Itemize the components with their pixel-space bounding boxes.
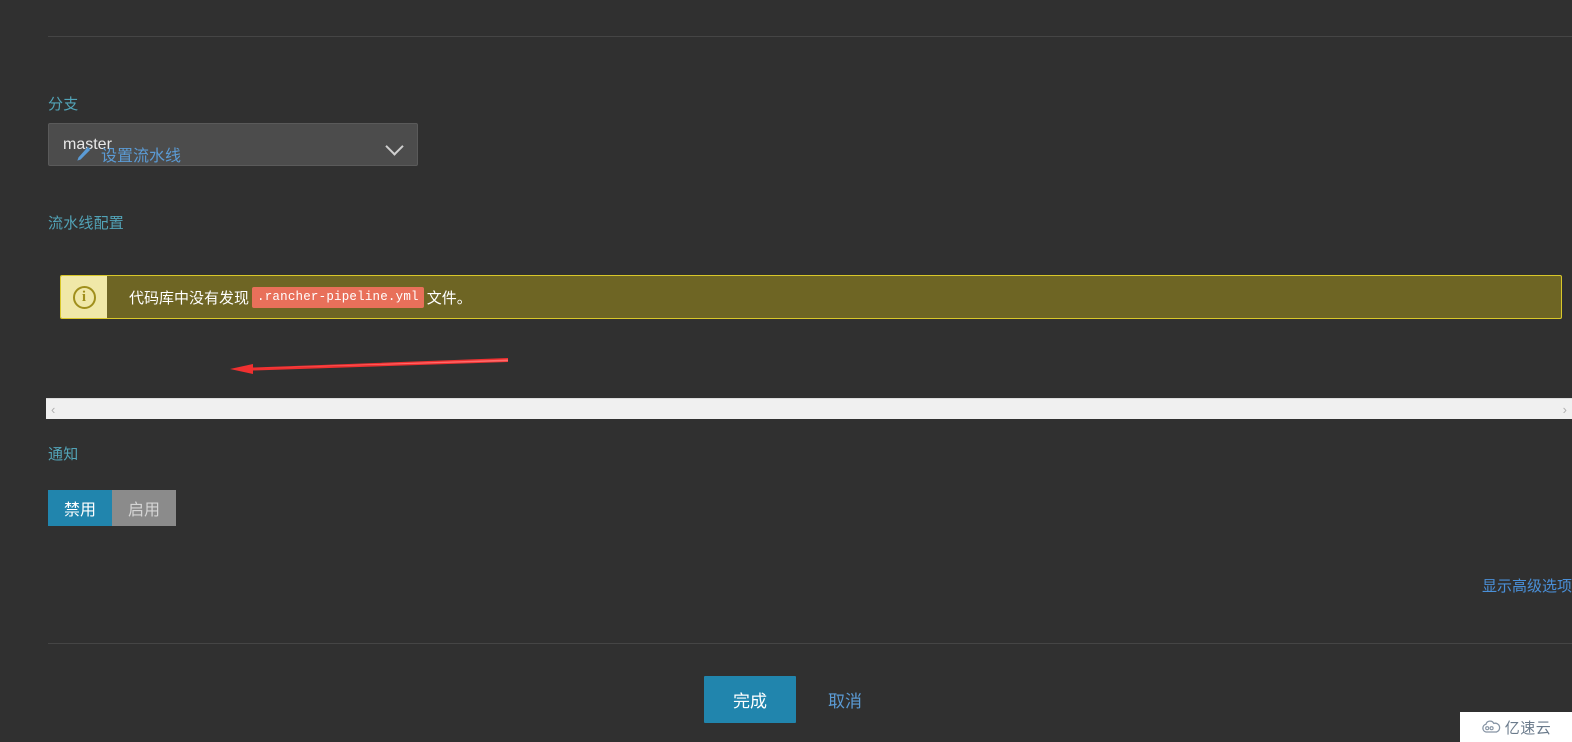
- top-divider: [48, 36, 1572, 37]
- set-pipeline-button[interactable]: 设置流水线: [75, 142, 181, 166]
- finish-button[interactable]: 完成: [704, 676, 796, 723]
- set-pipeline-label: 设置流水线: [101, 148, 182, 165]
- chevron-down-icon: [386, 140, 403, 150]
- notification-disable-button[interactable]: 禁用: [48, 490, 113, 526]
- pencil-icon: [77, 146, 91, 161]
- pipeline-config-label: 流水线配置: [48, 215, 125, 232]
- alert-icon-container: i: [61, 276, 107, 318]
- notification-enable-button[interactable]: 启用: [112, 490, 177, 526]
- show-advanced-options-link[interactable]: 显示高级选项: [1482, 575, 1572, 596]
- alert-text-after: 文件。: [426, 289, 472, 307]
- cancel-button[interactable]: 取消: [822, 686, 868, 713]
- alert-message: 代码库中没有发现 .rancher-pipeline.yml 文件。: [107, 276, 1561, 318]
- scroll-right-arrow-icon[interactable]: ›: [1558, 403, 1572, 416]
- notification-field: 通知 禁用 启用: [48, 446, 177, 526]
- footer-actions: 完成 取消: [0, 676, 1572, 723]
- notification-label: 通知: [48, 446, 79, 463]
- no-pipeline-file-alert: i 代码库中没有发现 .rancher-pipeline.yml 文件。: [60, 275, 1562, 319]
- pipeline-config-section: 流水线配置 i 代码库中没有发现 .rancher-pipeline.yml 文…: [48, 215, 1562, 319]
- annotation-arrow-icon: [230, 358, 508, 374]
- watermark-text: 亿速云: [1504, 719, 1552, 737]
- notification-toggle-group: 禁用 启用: [48, 490, 177, 526]
- horizontal-scrollbar[interactable]: ‹ ›: [46, 398, 1572, 419]
- info-circle-icon: i: [72, 285, 96, 309]
- alert-text-before: 代码库中没有发现: [129, 289, 250, 307]
- pipeline-config-page: 分支 master 流水线配置 i 代码库中没有发现 .rancher-pipe…: [0, 0, 1572, 742]
- bottom-divider: [48, 643, 1572, 644]
- branch-label: 分支: [48, 96, 79, 113]
- watermark: 亿速云: [1460, 712, 1572, 742]
- cloud-icon: [1482, 720, 1501, 733]
- pipeline-file-code: .rancher-pipeline.yml: [252, 286, 424, 308]
- scroll-left-arrow-icon[interactable]: ‹: [46, 403, 60, 416]
